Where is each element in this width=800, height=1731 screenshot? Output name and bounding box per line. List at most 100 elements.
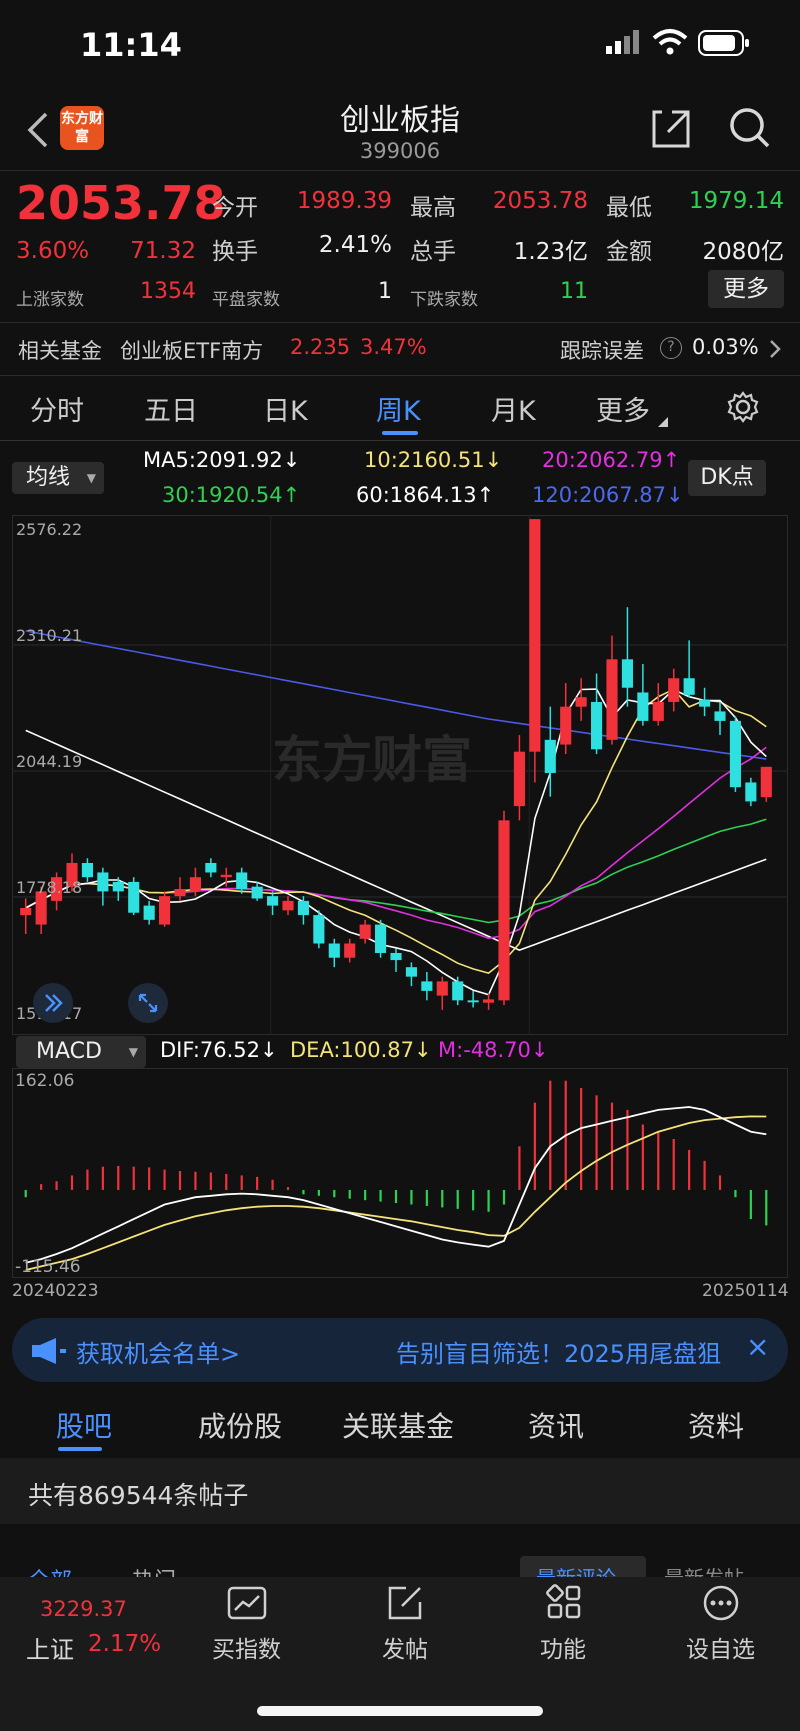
candle-body <box>699 699 711 707</box>
volume-label: 总手 <box>410 239 456 265</box>
candle-body <box>267 896 279 906</box>
candle-body <box>251 886 263 899</box>
compose-icon[interactable] <box>386 1584 426 1622</box>
candle-body <box>452 981 464 1001</box>
change-percent: 3.60% <box>16 238 90 264</box>
candle-body <box>637 692 649 721</box>
ma-selector[interactable]: 均线 ▼ <box>12 462 104 494</box>
tab-related-funds[interactable]: 关联基金 <box>342 1405 454 1445</box>
home-indicator <box>257 1706 543 1716</box>
active-tab-underline <box>58 1447 102 1451</box>
down-count-label: 下跌家数 <box>410 290 478 310</box>
down-count: 11 <box>560 279 588 304</box>
tab-five-day[interactable]: 五日 <box>144 389 198 428</box>
candle-body <box>112 881 124 892</box>
buy-index-icon[interactable] <box>227 1586 267 1622</box>
related-fund-name[interactable]: 创业板ETF南方 <box>120 335 263 365</box>
m-value: M:-48.70↓ <box>438 1038 549 1062</box>
dk-point-button[interactable]: DK点 <box>688 460 766 496</box>
nav-post[interactable]: 发帖 <box>382 1630 428 1664</box>
dea-value: DEA:100.87↓ <box>290 1038 432 1062</box>
sh-index-label[interactable]: 上证 <box>26 1630 74 1665</box>
y-tick-label: 2044.19 <box>16 752 82 771</box>
candle-body <box>205 862 217 873</box>
y-tick-label: 2576.22 <box>16 520 82 539</box>
candle-body <box>97 872 109 892</box>
candle-body <box>683 678 695 695</box>
promo-banner[interactable]: 获取机会名单> 告别盲目筛选！2025用尾盘狙 × <box>12 1318 788 1382</box>
turnover-value: 2.41% <box>318 232 392 258</box>
gear-icon[interactable] <box>726 390 760 424</box>
candle-body <box>375 924 387 953</box>
up-count-label: 上涨家数 <box>16 290 84 310</box>
candle-body <box>529 519 541 752</box>
help-icon[interactable]: ? <box>660 337 682 359</box>
date-end: 20250114 <box>702 1281 789 1301</box>
tab-monthly-k[interactable]: 月K <box>491 389 536 428</box>
tracking-error-label: 跟踪误差 <box>560 339 644 363</box>
candle-body <box>220 874 232 878</box>
tab-intraday[interactable]: 分时 <box>30 389 84 428</box>
candle-body <box>236 872 248 890</box>
related-fund-pct: 3.47% <box>360 335 427 359</box>
megaphone-icon <box>32 1338 66 1364</box>
ma5-value: MA5:2091.92↓ <box>143 448 301 472</box>
candle-body <box>20 907 32 916</box>
candle-body <box>344 943 356 958</box>
macd-bottom-tick: -115.46 <box>15 1257 81 1277</box>
dif-value: DIF:76.52↓ <box>160 1038 278 1062</box>
candle-body <box>745 782 757 802</box>
tab-news[interactable]: 资讯 <box>528 1405 584 1445</box>
caret-down-icon: ▼ <box>86 471 96 485</box>
chevron-right-icon[interactable] <box>768 338 782 360</box>
macd-selector-label: MACD <box>36 1039 102 1064</box>
change-amount: 71.32 <box>130 238 196 264</box>
candle-body <box>81 862 93 878</box>
turnover-label: 换手 <box>212 239 258 265</box>
sh-index-pct: 2.17% <box>88 1631 162 1657</box>
flat-count: 1 <box>378 279 392 304</box>
candle-body <box>606 659 618 740</box>
amount-label: 金额 <box>606 239 652 265</box>
search-icon[interactable] <box>728 106 772 150</box>
share-icon[interactable] <box>650 106 694 150</box>
candlestick-chart[interactable]: 东方财富 2576.222310.212044.191778.181512.17 <box>12 515 788 1035</box>
current-price: 2053.78 <box>16 176 226 230</box>
ma20-value: 20:2062.79↑ <box>542 448 681 472</box>
more-button[interactable]: 更多 <box>708 270 784 308</box>
amount-value: 2080亿 <box>702 239 784 265</box>
volume-value: 1.23亿 <box>513 239 588 265</box>
tab-guba[interactable]: 股吧 <box>56 1405 112 1445</box>
macd-border <box>12 1068 788 1278</box>
nav-watchlist[interactable]: 设自选 <box>686 1630 755 1664</box>
candle-body <box>143 905 155 920</box>
banner-close-icon[interactable]: × <box>746 1330 769 1363</box>
tab-daily-k[interactable]: 日K <box>263 389 308 428</box>
candle-body <box>544 739 556 773</box>
candle-body <box>328 943 340 958</box>
tracking-error-value: 0.03% <box>692 335 759 359</box>
open-value: 1989.39 <box>296 188 392 214</box>
nav-functions[interactable]: 功能 <box>540 1630 586 1664</box>
tab-more[interactable]: 更多 <box>596 389 650 428</box>
nav-buy-index[interactable]: 买指数 <box>212 1630 281 1664</box>
low-label: 最低 <box>606 195 652 221</box>
expand-left-button[interactable] <box>33 983 73 1023</box>
high-label: 最高 <box>410 195 456 221</box>
tab-components[interactable]: 成份股 <box>198 1405 282 1445</box>
candle-body <box>621 659 633 688</box>
candle-body <box>483 999 495 1003</box>
active-tab-underline <box>382 431 418 435</box>
more-dots-icon[interactable] <box>702 1584 740 1622</box>
tab-weekly-k[interactable]: 周K <box>376 389 421 428</box>
up-count: 1354 <box>140 279 196 304</box>
banner-left-text: 获取机会名单> <box>76 1340 241 1368</box>
fullscreen-button[interactable] <box>128 983 168 1023</box>
ma-selector-label: 均线 <box>26 465 71 490</box>
macd-top-tick: 162.06 <box>15 1071 75 1091</box>
open-label: 今开 <box>212 195 258 221</box>
grid-apps-icon[interactable] <box>546 1584 582 1622</box>
candle-body <box>513 751 525 807</box>
tab-profile[interactable]: 资料 <box>688 1405 744 1445</box>
macd-selector[interactable]: MACD ▼ <box>16 1036 146 1068</box>
